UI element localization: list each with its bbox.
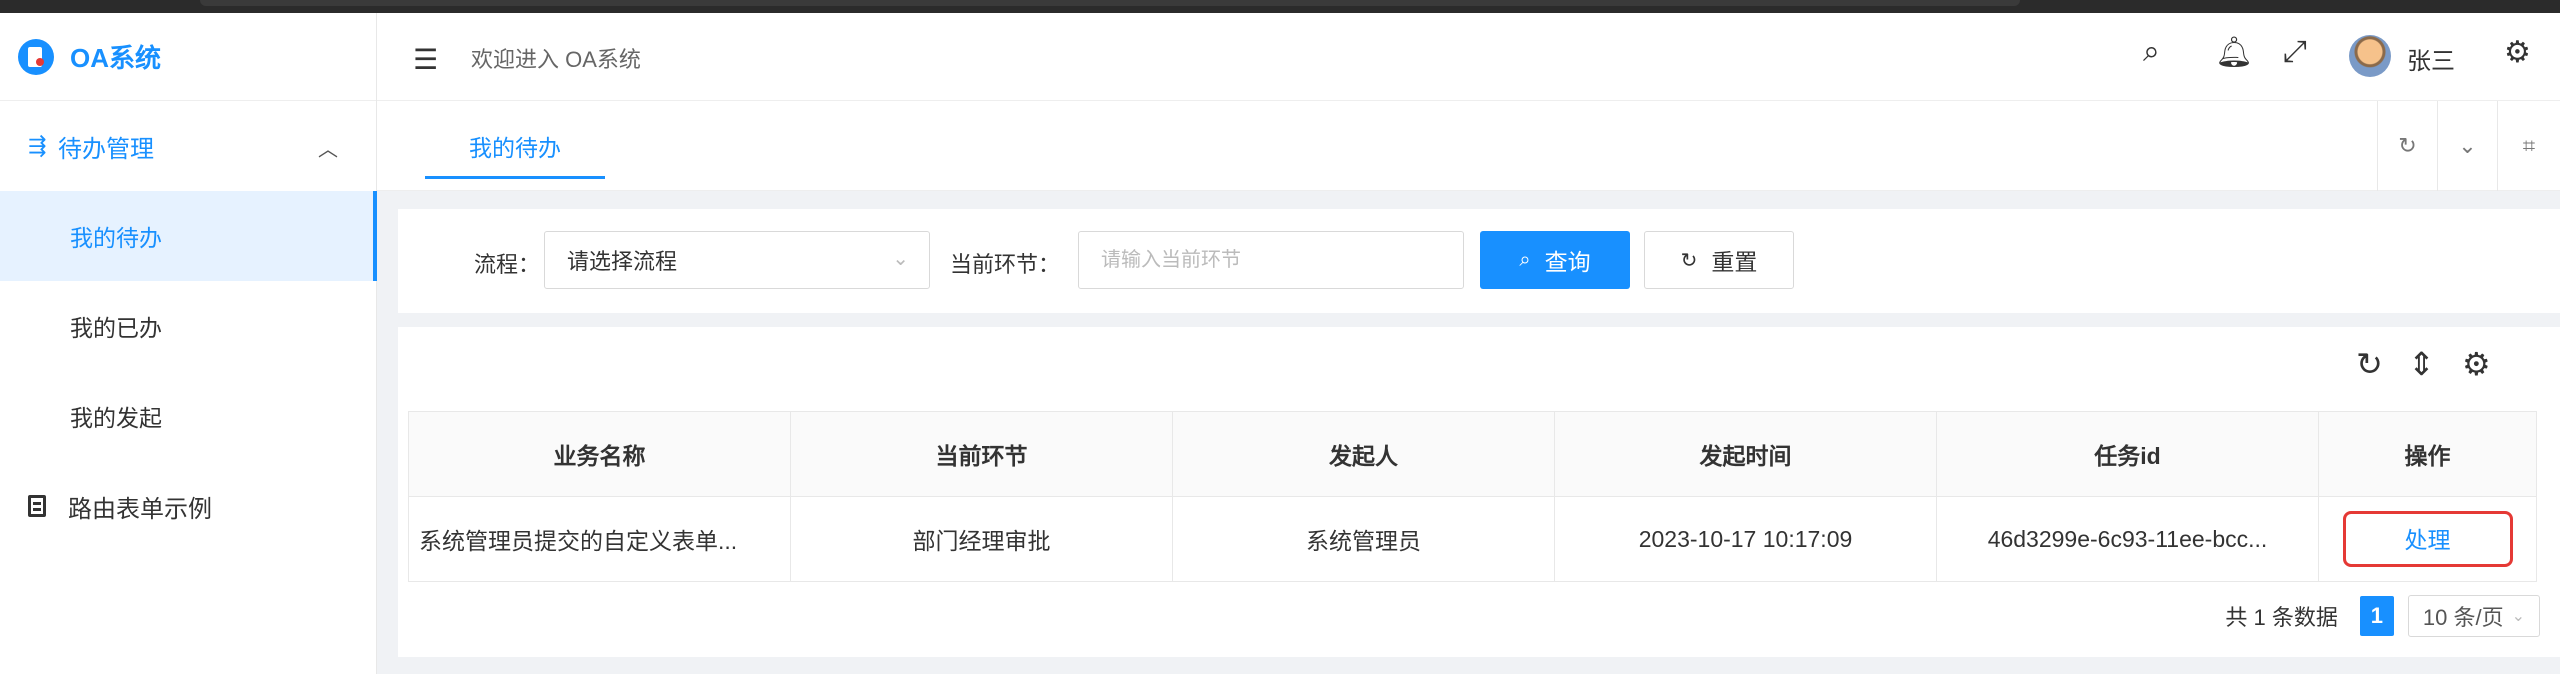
page-number-button[interactable]: 1 <box>2359 596 2394 636</box>
top-header: ☰ 欢迎进入 OA系统 ⌕ 🔔︎ ⤢ 张三 ⚙ <box>377 13 2560 101</box>
chevron-down-icon[interactable]: ⌄ <box>2437 101 2497 191</box>
sidebar: OA系统 ⇶ 待办管理 ︿ 我的待办 我的已办 我的发起 路由表单示例 <box>0 13 377 674</box>
filter-card: 流程： 请选择流程 ⌄ 当前环节： ⌕ 查询 ↻ 重置 <box>398 209 2560 313</box>
gear-icon[interactable]: ⚙ <box>2504 35 2531 70</box>
total-count: 共 1 条数据 <box>2225 605 2338 630</box>
maximize-tab-icon[interactable]: ⌗ <box>2497 101 2560 191</box>
current-node-input[interactable] <box>1078 231 1464 289</box>
column-header[interactable]: 当前环节 <box>790 411 1173 497</box>
process-button[interactable]: 处理 <box>2342 511 2513 567</box>
reset-icon: ↻ <box>1680 249 1698 272</box>
reset-button-label: 重置 <box>1711 249 1758 275</box>
sidebar-group-label: 待办管理 <box>58 135 154 163</box>
sidebar-group-todo[interactable]: ⇶ 待办管理 ︿ <box>0 101 376 191</box>
sidebar-item-my-todo[interactable]: 我的待办 <box>0 191 377 281</box>
cell-business-name: 系统管理员提交的自定义表单... <box>408 496 791 582</box>
window-top-strip <box>0 0 2560 13</box>
pagination: 共 1 条数据 1 10 条/页 ⌄ <box>2225 595 2540 637</box>
cell-action: 处理 <box>2318 496 2537 582</box>
process-select[interactable]: 请选择流程 ⌄ <box>544 231 930 289</box>
column-header[interactable]: 任务id <box>1936 411 2319 497</box>
table-row: 系统管理员提交的自定义表单... 部门经理审批 系统管理员 2023-10-17… <box>408 496 2537 582</box>
tab-label: 我的待办 <box>469 135 561 161</box>
cell-start-time: 2023-10-17 10:17:09 <box>1554 496 1937 582</box>
app-title: OA系统 <box>70 43 162 73</box>
flow-icon: ⇶ <box>28 133 47 158</box>
sidebar-item-label: 我的待办 <box>70 225 162 251</box>
process-label: 流程： <box>474 252 541 277</box>
refresh-tab-icon[interactable]: ↻ <box>2377 101 2437 191</box>
app-logo-row[interactable]: OA系统 <box>0 13 376 101</box>
fullscreen-icon[interactable]: ⤢ <box>2283 35 2307 69</box>
column-settings-icon[interactable]: ⚙ <box>2462 345 2491 383</box>
sidebar-item-label: 我的发起 <box>70 405 162 431</box>
chevron-up-icon: ︿ <box>318 139 338 161</box>
search-icon[interactable]: ⌕ <box>2143 35 2160 69</box>
query-button-label: 查询 <box>1544 249 1591 275</box>
menu-fold-icon[interactable]: ☰ <box>413 43 438 76</box>
chevron-down-icon: ⌄ <box>892 248 909 270</box>
app-logo-icon <box>18 38 54 75</box>
table-header-row: 业务名称 当前环节 发起人 发起时间 任务id 操作 <box>408 411 2537 497</box>
column-header[interactable]: 发起时间 <box>1554 411 1937 497</box>
sidebar-item-label: 我的已办 <box>70 315 162 341</box>
username[interactable]: 张三 <box>2407 41 2455 76</box>
sidebar-item-route-form[interactable]: 路由表单示例 <box>0 461 376 551</box>
density-icon[interactable]: ⇕ <box>2408 345 2435 383</box>
sidebar-item-label: 路由表单示例 <box>68 495 212 523</box>
reset-button[interactable]: ↻ 重置 <box>1644 231 1794 289</box>
page-size-select[interactable]: 10 条/页 ⌄ <box>2407 595 2540 637</box>
tab-my-todo[interactable]: 我的待办 <box>425 101 605 191</box>
sidebar-item-my-started[interactable]: 我的发起 <box>0 371 376 461</box>
query-button[interactable]: ⌕ 查询 <box>1480 231 1630 289</box>
tab-bar: 我的待办 ↻ ⌄ ⌗ <box>377 101 2560 191</box>
cell-initiator: 系统管理员 <box>1172 496 1555 582</box>
refresh-icon[interactable]: ↻ <box>2356 345 2383 383</box>
cell-current-node: 部门经理审批 <box>790 496 1173 582</box>
avatar[interactable] <box>2349 35 2391 77</box>
todo-table: 业务名称 当前环节 发起人 发起时间 任务id 操作 系统管理员提交的自定义表单… <box>408 411 2537 582</box>
chevron-down-icon: ⌄ <box>2511 608 2525 625</box>
current-node-label: 当前环节： <box>950 252 1061 277</box>
cell-task-id: 46d3299e-6c93-11ee-bcc... <box>1936 496 2319 582</box>
column-header[interactable]: 发起人 <box>1172 411 1555 497</box>
sidebar-item-my-done[interactable]: 我的已办 <box>0 281 376 371</box>
table-card: ↻ ⇕ ⚙ 业务名称 当前环节 发起人 发起时间 任务id 操作 系统管理员提交… <box>398 327 2560 657</box>
search-icon: ⌕ <box>1519 248 1531 271</box>
bell-icon[interactable]: 🔔︎ <box>2215 35 2253 70</box>
column-header[interactable]: 业务名称 <box>408 411 791 497</box>
welcome-text: 欢迎进入 OA系统 <box>471 47 641 72</box>
form-icon <box>28 495 46 517</box>
column-header: 操作 <box>2318 411 2537 497</box>
process-select-value: 请选择流程 <box>567 249 678 274</box>
page-size-value: 10 条/页 <box>2422 605 2504 630</box>
